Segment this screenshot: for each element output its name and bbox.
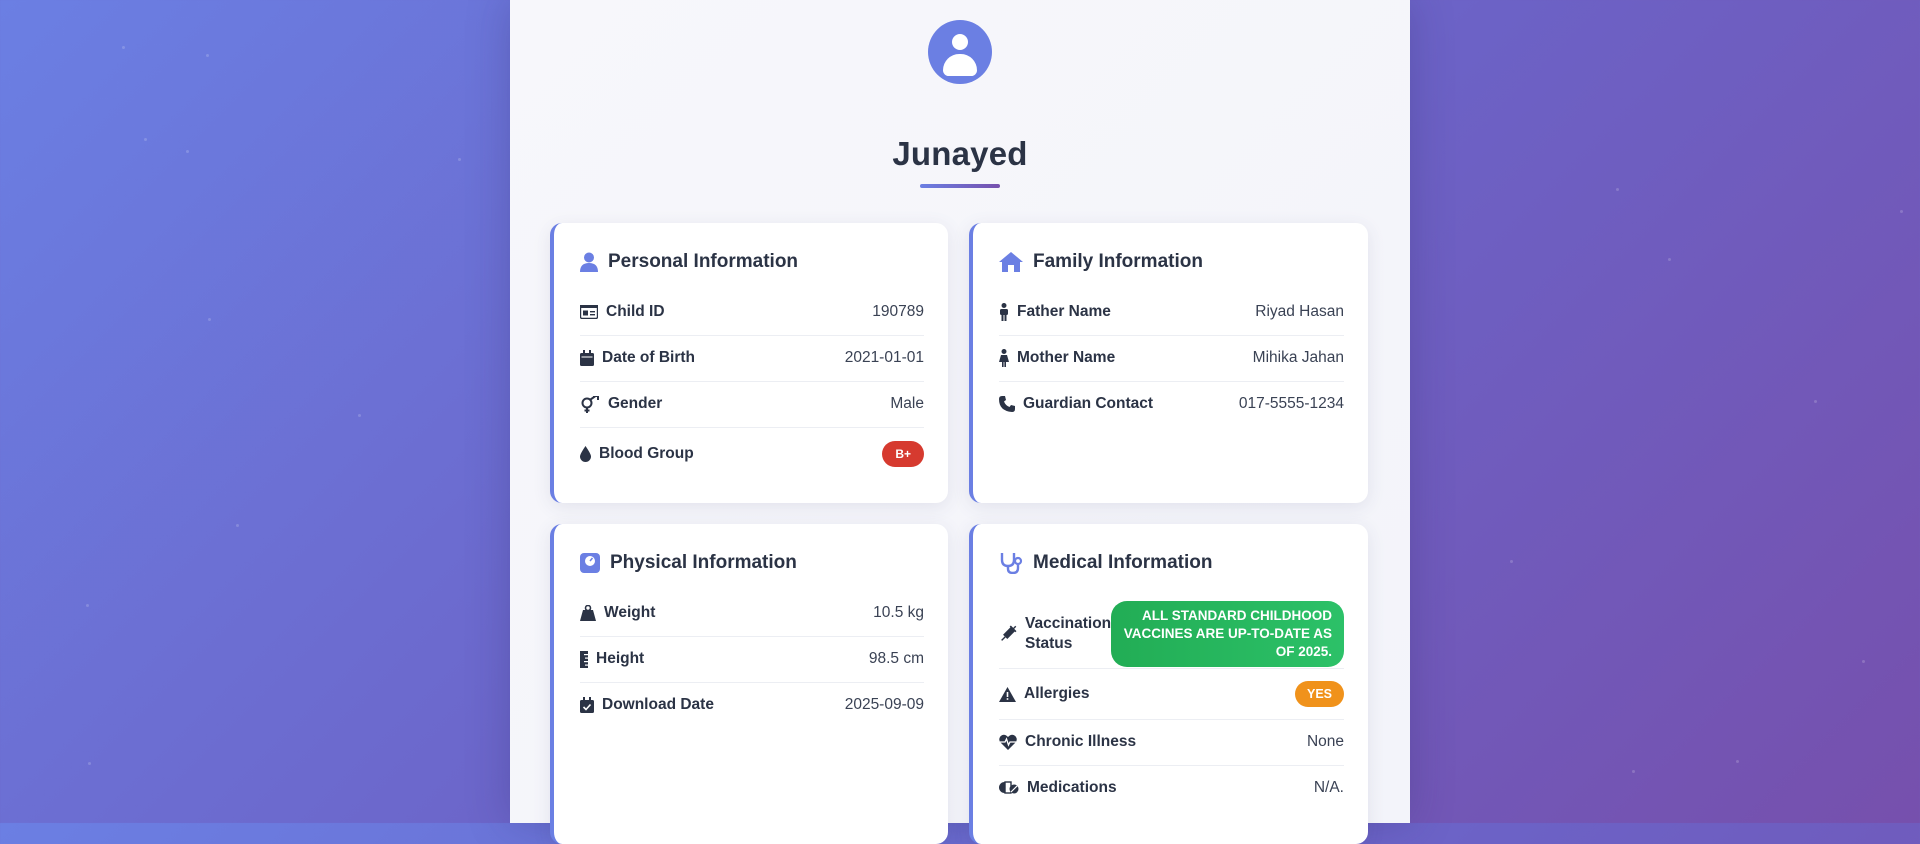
profile-panel: Junayed Personal Information Child ID 19…	[510, 0, 1410, 844]
title-underline	[920, 184, 1000, 188]
father-name-label: Father Name	[1017, 303, 1111, 320]
bg-dot	[1632, 770, 1635, 773]
guardian-contact-label: Guardian Contact	[1023, 395, 1154, 412]
medications-value: N/A.	[1313, 779, 1344, 796]
weight-label: Weight	[604, 604, 656, 621]
medical-info-card: Medical Information Vaccination Status Al…	[969, 524, 1368, 844]
vaccination-label-line2: Status	[1025, 635, 1073, 652]
family-info-title: Family Information	[1033, 251, 1203, 272]
personal-info-card: Personal Information Child ID 190789 Dat…	[550, 223, 948, 503]
height-row: Height 98.5 cm	[580, 636, 924, 683]
bg-dot	[206, 54, 209, 57]
weight-icon	[580, 605, 596, 621]
bg-dot	[1814, 400, 1817, 403]
pills-icon	[999, 781, 1019, 795]
bg-dot	[236, 524, 239, 527]
profile-name: Junayed	[892, 135, 1028, 172]
user-icon	[580, 252, 598, 272]
weight-row: Weight 10.5 kg	[580, 590, 924, 637]
blood-group-badge: B+	[882, 441, 924, 467]
bg-dot	[358, 414, 361, 417]
bg-dot	[1668, 258, 1671, 261]
allergies-badge: YES	[1294, 681, 1344, 707]
height-value: 98.5 cm	[868, 650, 924, 667]
download-date-value: 2025-09-09	[844, 696, 924, 713]
physical-info-title: Physical Information	[610, 552, 797, 573]
mother-name-label: Mother Name	[1017, 349, 1116, 366]
bg-dot	[186, 150, 189, 153]
vaccination-label: Vaccination Status	[1025, 614, 1111, 654]
scale-icon	[580, 553, 600, 573]
download-date-label: Download Date	[602, 696, 714, 713]
mother-row: Mother Name Mihika Jahan	[999, 335, 1344, 382]
guardian-contact-value: 017-5555-1234	[1238, 395, 1344, 412]
calendar-icon	[580, 350, 594, 366]
allergies-row: Allergies YES	[999, 669, 1344, 720]
syringe-icon	[999, 625, 1017, 643]
bg-dot	[208, 318, 211, 321]
avatar	[928, 20, 992, 84]
gender-row: Gender Male	[580, 381, 924, 428]
family-info-header: Family Information	[999, 251, 1203, 273]
father-name-value: Riyad Hasan	[1255, 303, 1344, 320]
download-date-row: Download Date 2025-09-09	[580, 682, 924, 728]
medications-label: Medications	[1027, 779, 1117, 796]
blood-group-label: Blood Group	[599, 445, 694, 462]
bg-dot	[122, 46, 125, 49]
bg-dot	[1900, 210, 1903, 213]
heartbeat-icon	[999, 734, 1017, 750]
allergies-label: Allergies	[1024, 685, 1090, 702]
dob-row: Date of Birth 2021-01-01	[580, 335, 924, 382]
phone-icon	[999, 396, 1015, 412]
bg-dot	[1862, 660, 1865, 663]
dob-label: Date of Birth	[602, 349, 695, 366]
weight-value: 10.5 kg	[873, 604, 924, 621]
height-label: Height	[596, 650, 645, 667]
bg-dot	[1510, 560, 1513, 563]
chronic-illness-label: Chronic Illness	[1025, 733, 1137, 750]
personal-info-title: Personal Information	[608, 251, 799, 272]
female-person-icon	[999, 349, 1009, 367]
bg-dot	[458, 158, 461, 161]
physical-info-card: Physical Information Weight 10.5 kg Heig…	[550, 524, 948, 844]
medical-info-header: Medical Information	[999, 552, 1212, 574]
family-info-card: Family Information Father Name Riyad Has…	[969, 223, 1368, 503]
mother-name-value: Mihika Jahan	[1252, 349, 1344, 366]
bg-dot	[144, 138, 147, 141]
stethoscope-icon	[999, 552, 1023, 574]
calendar-check-icon	[580, 697, 594, 713]
medications-row: Medications N/A.	[999, 765, 1344, 811]
gender-label: Gender	[608, 395, 663, 412]
personal-info-header: Personal Information	[580, 251, 798, 273]
father-row: Father Name Riyad Hasan	[999, 289, 1344, 336]
warning-icon	[999, 686, 1016, 702]
bg-dot	[1616, 188, 1619, 191]
vaccination-status-badge: All standard childhood vaccines are up-t…	[1111, 601, 1344, 667]
bg-dot	[86, 604, 89, 607]
physical-info-header: Physical Information	[580, 552, 797, 574]
chronic-illness-value: None	[1306, 733, 1344, 750]
child-id-value: 190789	[872, 303, 924, 320]
medical-info-title: Medical Information	[1033, 552, 1213, 573]
male-person-icon	[999, 303, 1009, 321]
chronic-illness-row: Chronic Illness None	[999, 719, 1344, 766]
id-card-icon	[580, 305, 598, 319]
ruler-icon	[580, 650, 588, 668]
blood-group-row: Blood Group B+	[580, 427, 924, 481]
bg-dot	[1736, 760, 1739, 763]
dob-value: 2021-01-01	[844, 349, 924, 366]
bg-dot	[88, 762, 91, 765]
home-icon	[999, 252, 1023, 272]
vaccination-label-line1: Vaccination	[1025, 615, 1112, 632]
gender-icon	[580, 395, 600, 413]
vaccination-row: Vaccination Status All standard childhood…	[999, 600, 1344, 669]
gender-value: Male	[890, 395, 924, 412]
contact-row: Guardian Contact 017-5555-1234	[999, 381, 1344, 427]
child-id-label: Child ID	[606, 303, 665, 320]
droplet-icon	[580, 446, 591, 462]
child-id-row: Child ID 190789	[580, 289, 924, 336]
